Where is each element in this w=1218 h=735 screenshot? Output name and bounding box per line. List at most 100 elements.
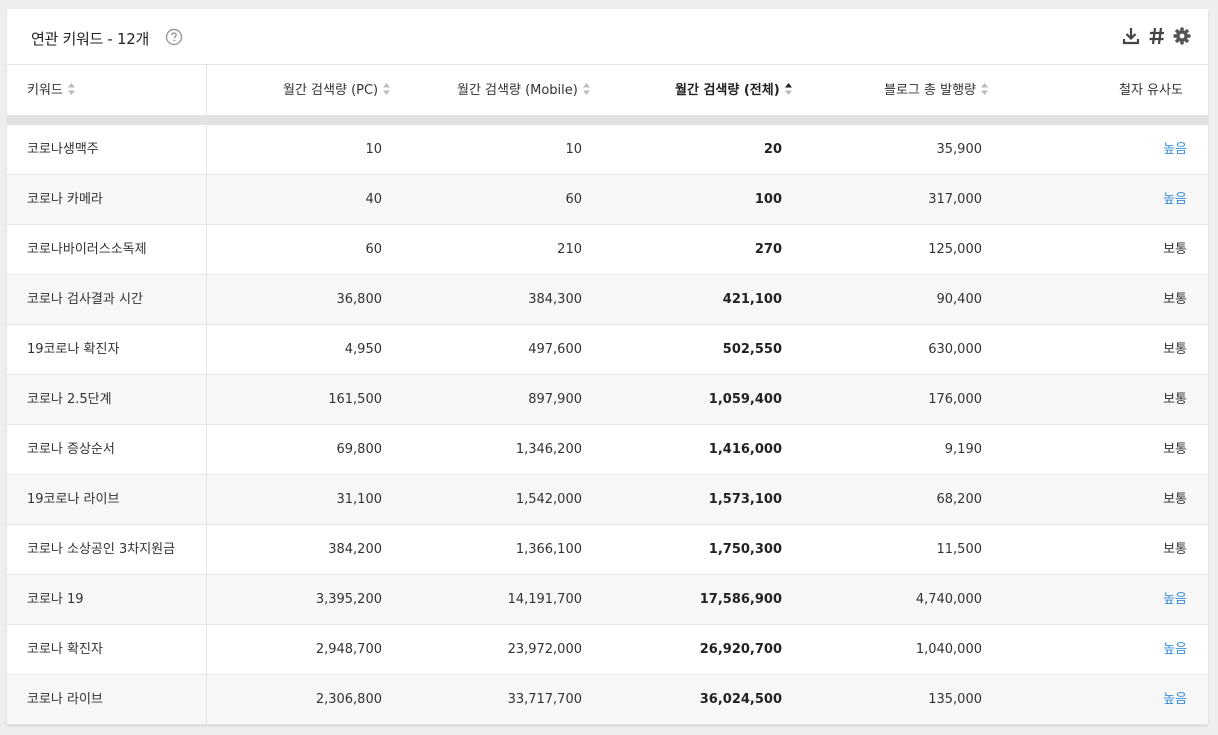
similarity-cell: 보통 (1163, 492, 1187, 507)
keyword-cell[interactable]: 19코로나 확진자 (27, 325, 192, 375)
mobile-volume-cell: 210 (557, 242, 582, 257)
table-row[interactable]: 코로나 라이브 2,306,800 33,717,700 36,024,500 135,… (7, 675, 1208, 725)
mobile-volume-cell: 14,191,700 (507, 592, 582, 607)
table-row[interactable]: 코로나 증상순서 69,800 1,346,200 1,416,000 9,190 보통 (7, 425, 1208, 475)
table-row[interactable]: 코로나 카메라 40 60 100 317,000 높음 (7, 175, 1208, 225)
keyword-cell[interactable]: 코로나 소상공인 3차지원금 (27, 525, 192, 575)
column-label: 키워드 (27, 83, 63, 98)
mobile-volume-cell: 897,900 (528, 392, 582, 407)
total-volume-cell: 1,573,100 (708, 492, 782, 507)
column-header-total[interactable]: 월간 검색량 (전체) (675, 65, 793, 116)
pc-volume-cell: 4,950 (344, 342, 382, 357)
keyword-cell[interactable]: 코로나 카메라 (27, 175, 192, 225)
keyword-cell[interactable]: 19코로나 라이브 (27, 475, 192, 525)
column-header-keyword[interactable]: 키워드 (27, 65, 76, 116)
column-label: 월간 검색량 (PC) (283, 83, 379, 98)
column-header-mobile[interactable]: 월간 검색량 (Mobile) (457, 65, 591, 116)
blog-count-cell: 1,040,000 (915, 642, 982, 657)
keyword-cell[interactable]: 코로나 19 (27, 575, 192, 625)
table-row[interactable]: 코로나 19 3,395,200 14,191,700 17,586,900 4,740… (7, 575, 1208, 625)
table-body: 코로나생맥주 10 10 20 35,900 높음 코로나 카메라 40 60 100 317,00… (7, 125, 1208, 725)
column-header-pc[interactable]: 월간 검색량 (PC) (283, 65, 391, 116)
column-divider (206, 65, 207, 116)
total-volume-cell: 20 (763, 142, 782, 157)
total-volume-cell: 1,416,000 (708, 442, 782, 457)
keyword-cell[interactable]: 코로나 2.5단계 (27, 375, 192, 425)
blog-count-cell: 9,190 (944, 442, 982, 457)
pc-volume-cell: 40 (365, 192, 382, 207)
similarity-cell: 높음 (1163, 692, 1187, 707)
blog-count-cell: 176,000 (928, 392, 982, 407)
pc-volume-cell: 384,200 (328, 542, 382, 557)
similarity-cell: 보통 (1163, 542, 1187, 557)
related-keywords-panel: 연관 키워드 - 12개 키워드 월간 검색량 (PC) 월간 검색량 (Mob… (7, 9, 1208, 725)
keyword-cell[interactable]: 코로나생맥주 (27, 125, 192, 175)
mobile-volume-cell: 1,346,200 (515, 442, 582, 457)
column-label: 월간 검색량 (Mobile) (457, 83, 578, 98)
hash-icon[interactable] (1147, 26, 1167, 46)
blog-count-cell: 68,200 (936, 492, 983, 507)
blog-count-cell: 630,000 (928, 342, 982, 357)
blog-count-cell: 35,900 (936, 142, 983, 157)
table-row[interactable]: 19코로나 라이브 31,100 1,542,000 1,573,100 68,200 보… (7, 475, 1208, 525)
sort-icon (582, 82, 590, 95)
blog-count-cell: 11,500 (936, 542, 983, 557)
table-row[interactable]: 코로나생맥주 10 10 20 35,900 높음 (7, 125, 1208, 175)
pc-volume-cell: 31,100 (336, 492, 383, 507)
blog-count-cell: 125,000 (928, 242, 982, 257)
download-icon[interactable] (1121, 26, 1141, 46)
total-volume-cell: 1,059,400 (708, 392, 782, 407)
mobile-volume-cell: 33,717,700 (507, 692, 582, 707)
sort-icon (383, 82, 391, 95)
total-volume-cell: 502,550 (722, 342, 782, 357)
similarity-cell: 높음 (1163, 192, 1187, 207)
keyword-cell[interactable]: 코로나 확진자 (27, 625, 192, 675)
similarity-cell: 보통 (1163, 342, 1187, 357)
similarity-cell: 보통 (1163, 392, 1187, 407)
table-row[interactable]: 코로나 확진자 2,948,700 23,972,000 26,920,700 1,04… (7, 625, 1208, 675)
column-label: 블로그 총 발행량 (884, 83, 976, 98)
similarity-cell: 높음 (1163, 592, 1187, 607)
blog-count-cell: 90,400 (936, 292, 983, 307)
keyword-cell[interactable]: 코로나 라이브 (27, 675, 192, 725)
mobile-volume-cell: 1,366,100 (515, 542, 582, 557)
blog-count-cell: 317,000 (928, 192, 982, 207)
sort-icon (981, 82, 988, 95)
column-header-blog[interactable]: 블로그 총 발행량 (884, 65, 989, 116)
column-label: 월간 검색량 (전체) (675, 83, 780, 98)
pc-volume-cell: 2,306,800 (315, 692, 382, 707)
table-row[interactable]: 19코로나 확진자 4,950 497,600 502,550 630,000 보통 (7, 325, 1208, 375)
help-icon[interactable] (165, 28, 183, 46)
total-volume-cell: 17,586,900 (699, 592, 782, 607)
gear-icon[interactable] (1172, 26, 1192, 46)
mobile-volume-cell: 60 (565, 192, 582, 207)
total-volume-cell: 421,100 (722, 292, 782, 307)
column-label: 철자 유사도 (1119, 83, 1183, 98)
similarity-cell: 보통 (1163, 242, 1187, 257)
keyword-cell[interactable]: 코로나 검사결과 시간 (27, 275, 192, 325)
similarity-cell: 보통 (1163, 292, 1187, 307)
table-row[interactable]: 코로나 소상공인 3차지원금 384,200 1,366,100 1,750,300 1… (7, 525, 1208, 575)
keyword-cell[interactable]: 코로나 증상순서 (27, 425, 192, 475)
mobile-volume-cell: 384,300 (528, 292, 582, 307)
panel-header: 연관 키워드 - 12개 (7, 9, 1208, 65)
blog-count-cell: 4,740,000 (915, 592, 982, 607)
keyword-cell[interactable]: 코로나바이러스소독제 (27, 225, 192, 275)
panel-title: 연관 키워드 - 12개 (31, 30, 150, 48)
pc-volume-cell: 10 (365, 142, 382, 157)
mobile-volume-cell: 1,542,000 (515, 492, 582, 507)
column-header-similarity: 철자 유사도 (1119, 65, 1183, 116)
table-row[interactable]: 코로나 검사결과 시간 36,800 384,300 421,100 90,400 보통 (7, 275, 1208, 325)
pc-volume-cell: 36,800 (336, 292, 383, 307)
similarity-cell: 높음 (1163, 142, 1187, 157)
table-row[interactable]: 코로나바이러스소독제 60 210 270 125,000 보통 (7, 225, 1208, 275)
table-row[interactable]: 코로나 2.5단계 161,500 897,900 1,059,400 176,000 보… (7, 375, 1208, 425)
sort-icon (67, 82, 75, 95)
header-separator (7, 116, 1208, 125)
pc-volume-cell: 2,948,700 (315, 642, 382, 657)
sort-ascending-icon (784, 82, 792, 95)
pc-volume-cell: 161,500 (328, 392, 382, 407)
pc-volume-cell: 60 (365, 242, 382, 257)
table-header: 키워드 월간 검색량 (PC) 월간 검색량 (Mobile) 월간 검색량 (… (7, 65, 1208, 116)
blog-count-cell: 135,000 (928, 692, 982, 707)
